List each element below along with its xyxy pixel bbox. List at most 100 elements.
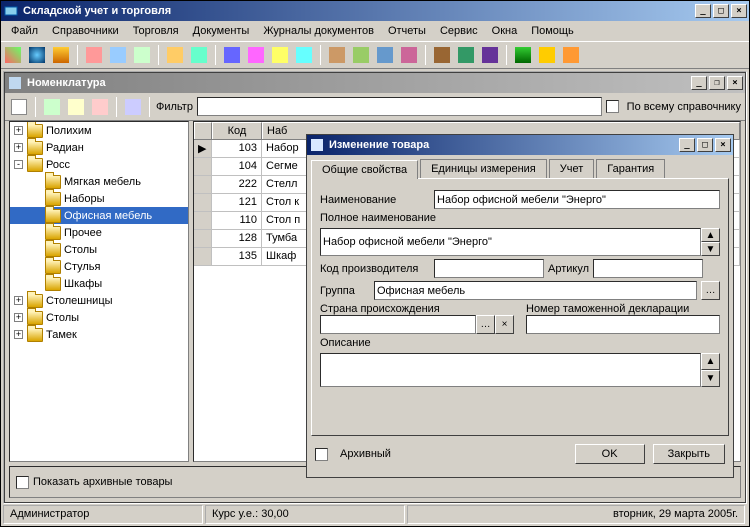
tree-node-label: Шкафы	[64, 278, 102, 290]
show-archived-checkbox[interactable]	[16, 476, 29, 489]
nomen-refresh-button[interactable]	[123, 97, 143, 117]
category-tree[interactable]: +Полихим+Радиан-РоссМягкая мебельНаборыО…	[9, 121, 189, 462]
nomen-close-button[interactable]: ×	[727, 76, 743, 90]
tb-icon-13[interactable]	[327, 45, 347, 65]
mfrcode-input[interactable]	[434, 259, 544, 278]
tree-expand-icon[interactable]: +	[14, 143, 23, 152]
ok-button[interactable]: OK	[575, 444, 645, 464]
tree-node[interactable]: Мягкая мебель	[10, 173, 188, 190]
group-input[interactable]	[374, 281, 697, 300]
dialog-minimize-button[interactable]: _	[679, 138, 695, 152]
menu-reports[interactable]: Отчеты	[382, 23, 432, 39]
tree-expand-icon[interactable]: -	[14, 160, 23, 169]
tree-node[interactable]: Офисная мебель	[10, 207, 188, 224]
dialog-titlebar[interactable]: Изменение товара _ □ ×	[307, 135, 733, 155]
dialog-maximize-button[interactable]: □	[697, 138, 713, 152]
tb-icon-18[interactable]	[456, 45, 476, 65]
group-browse-button[interactable]: …	[701, 281, 720, 300]
country-browse-button[interactable]: …	[476, 315, 495, 334]
menu-documents[interactable]: Документы	[187, 23, 256, 39]
tb-icon-14[interactable]	[351, 45, 371, 65]
article-input[interactable]	[593, 259, 703, 278]
tb-icon-7[interactable]	[165, 45, 185, 65]
tree-expand-icon[interactable]: +	[14, 330, 23, 339]
tb-icon-19[interactable]	[480, 45, 500, 65]
tab-accounting[interactable]: Учет	[549, 159, 595, 178]
grid-col-marker[interactable]	[194, 122, 212, 139]
folder-icon	[27, 124, 43, 138]
fullname-down-button[interactable]: ▼	[701, 242, 720, 256]
tab-units[interactable]: Единицы измерения	[420, 159, 547, 178]
fullname-input[interactable]	[320, 228, 701, 256]
name-input[interactable]	[434, 190, 720, 209]
tree-node[interactable]: Прочее	[10, 224, 188, 241]
archived-checkbox[interactable]	[315, 448, 328, 461]
nomen-add-button[interactable]	[42, 97, 62, 117]
tree-node[interactable]: Столы	[10, 241, 188, 258]
tb-icon-9[interactable]	[222, 45, 242, 65]
nomen-minimize-button[interactable]: _	[691, 76, 707, 90]
customs-input[interactable]	[526, 315, 720, 334]
menu-file[interactable]: Файл	[5, 23, 44, 39]
menu-trade[interactable]: Торговля	[127, 23, 185, 39]
tree-expand-icon[interactable]: +	[14, 313, 23, 322]
dialog-close-button[interactable]: ×	[715, 138, 731, 152]
tree-node[interactable]: +Столы	[10, 309, 188, 326]
tb-icon-3[interactable]	[51, 45, 71, 65]
tb-icon-22[interactable]	[561, 45, 581, 65]
search-all-checkbox[interactable]	[606, 100, 619, 113]
menu-help[interactable]: Помощь	[525, 23, 580, 39]
filter-input[interactable]	[197, 97, 602, 116]
nomen-delete-button[interactable]	[90, 97, 110, 117]
tb-icon-20[interactable]	[513, 45, 533, 65]
desc-down-button[interactable]: ▼	[701, 370, 720, 387]
close-button[interactable]: Закрыть	[653, 444, 725, 464]
country-input[interactable]	[320, 315, 476, 334]
tb-icon-12[interactable]	[294, 45, 314, 65]
main-maximize-button[interactable]: □	[713, 4, 729, 18]
row-marker	[194, 176, 212, 193]
tab-general[interactable]: Общие свойства	[311, 160, 418, 179]
tree-node[interactable]: +Полихим	[10, 122, 188, 139]
nomen-titlebar[interactable]: Номенклатура _ ❐ ×	[5, 73, 745, 93]
tree-node[interactable]: Шкафы	[10, 275, 188, 292]
tb-icon-1[interactable]	[3, 45, 23, 65]
tb-icon-21[interactable]	[537, 45, 557, 65]
cell-code: 103	[212, 140, 262, 157]
nomen-new-button[interactable]	[9, 97, 29, 117]
menu-windows[interactable]: Окна	[486, 23, 524, 39]
tb-icon-16[interactable]	[399, 45, 419, 65]
tb-icon-11[interactable]	[270, 45, 290, 65]
tab-warranty[interactable]: Гарантия	[596, 159, 665, 178]
menu-references[interactable]: Справочники	[46, 23, 125, 39]
tree-node[interactable]: -Росс	[10, 156, 188, 173]
desc-up-button[interactable]: ▲	[701, 353, 720, 370]
tb-icon-5[interactable]	[108, 45, 128, 65]
menu-service[interactable]: Сервис	[434, 23, 484, 39]
tree-node[interactable]: +Столешницы	[10, 292, 188, 309]
tb-icon-15[interactable]	[375, 45, 395, 65]
tb-icon-8[interactable]	[189, 45, 209, 65]
main-titlebar[interactable]: Складской учет и торговля _ □ ×	[1, 1, 749, 21]
menu-journals[interactable]: Журналы документов	[257, 23, 380, 39]
tree-node[interactable]: +Тамек	[10, 326, 188, 343]
grid-col-code[interactable]: Код	[212, 122, 262, 139]
tb-icon-4[interactable]	[84, 45, 104, 65]
tb-icon-10[interactable]	[246, 45, 266, 65]
main-close-button[interactable]: ×	[731, 4, 747, 18]
tree-expand-icon[interactable]: +	[14, 296, 23, 305]
tree-expand-icon[interactable]: +	[14, 126, 23, 135]
desc-input[interactable]	[320, 353, 701, 387]
country-clear-button[interactable]: ×	[495, 315, 514, 334]
fullname-up-button[interactable]: ▲	[701, 228, 720, 242]
desc-label: Описание	[320, 337, 720, 349]
main-minimize-button[interactable]: _	[695, 4, 711, 18]
tree-node[interactable]: +Радиан	[10, 139, 188, 156]
nomen-restore-button[interactable]: ❐	[709, 76, 725, 90]
tree-node[interactable]: Стулья	[10, 258, 188, 275]
tb-icon-2[interactable]	[27, 45, 47, 65]
tree-node[interactable]: Наборы	[10, 190, 188, 207]
tb-icon-6[interactable]	[132, 45, 152, 65]
tb-icon-17[interactable]	[432, 45, 452, 65]
nomen-edit-button[interactable]	[66, 97, 86, 117]
